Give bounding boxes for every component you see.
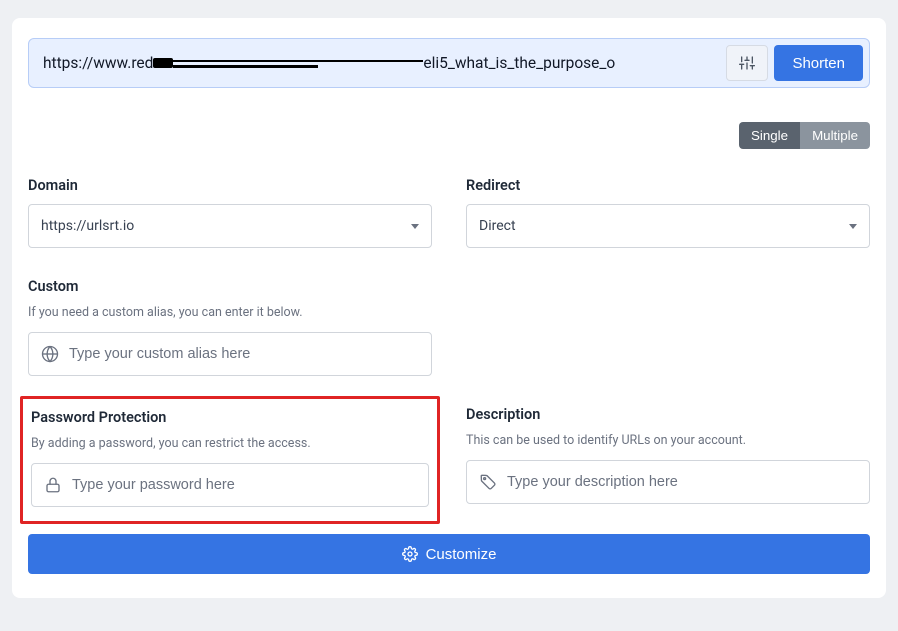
url-input[interactable]: https://www.red eli5_what_is_the_purpose_… [29,39,720,87]
toggle-multiple[interactable]: Multiple [800,122,870,149]
gear-icon [402,546,418,562]
chevron-down-icon [849,224,857,229]
url-suffix: eli5_what_is_the_purpose_o [423,54,615,72]
custom-alias-input[interactable] [69,346,419,362]
sliders-icon [739,55,755,71]
description-field: Description This can be used to identify… [466,406,870,510]
custom-label: Custom [28,278,432,295]
redirect-label: Redirect [466,177,870,194]
lock-icon [44,476,62,494]
spacer [466,278,870,376]
password-input[interactable] [72,477,416,493]
redirect-field: Redirect Direct [466,177,870,248]
password-label: Password Protection [31,409,429,426]
mode-toggle-row: Single Multiple [28,122,870,149]
password-help: By adding a password, you can restrict t… [31,436,429,451]
redirect-select[interactable]: Direct [466,204,870,248]
url-prefix: https://www.red [43,54,153,72]
description-input[interactable] [507,474,857,490]
domain-label: Domain [28,177,432,194]
globe-icon [41,345,59,363]
redirect-selected-value: Direct [479,218,516,234]
password-input-group [31,463,429,507]
chevron-down-icon [411,224,419,229]
custom-alias-field: Custom If you need a custom alias, you c… [28,278,432,376]
description-input-group [466,460,870,504]
customize-button[interactable]: Customize [28,534,870,574]
password-highlight: Password Protection By adding a password… [20,396,440,524]
toggle-single[interactable]: Single [739,122,800,149]
domain-select[interactable]: https://urlsrt.io [28,204,432,248]
description-help: This can be used to identify URLs on you… [466,433,870,448]
redacted-segment [153,58,173,68]
redacted-segment [173,56,423,70]
custom-alias-input-group [28,332,432,376]
domain-selected-value: https://urlsrt.io [41,218,134,234]
customize-label: Customize [426,546,497,563]
shorten-button[interactable]: Shorten [774,45,863,81]
custom-help: If you need a custom alias, you can ente… [28,305,432,320]
options-form: Domain https://urlsrt.io Redirect Direct… [28,177,870,510]
domain-field: Domain https://urlsrt.io [28,177,432,248]
description-label: Description [466,406,870,423]
options-button[interactable] [726,45,768,81]
url-input-bar: https://www.red eli5_what_is_the_purpose_… [28,38,870,88]
shortener-card: https://www.red eli5_what_is_the_purpose_… [12,18,886,598]
tag-icon [479,473,497,491]
password-field-wrapper: Password Protection By adding a password… [28,406,432,510]
mode-toggle: Single Multiple [739,122,870,149]
